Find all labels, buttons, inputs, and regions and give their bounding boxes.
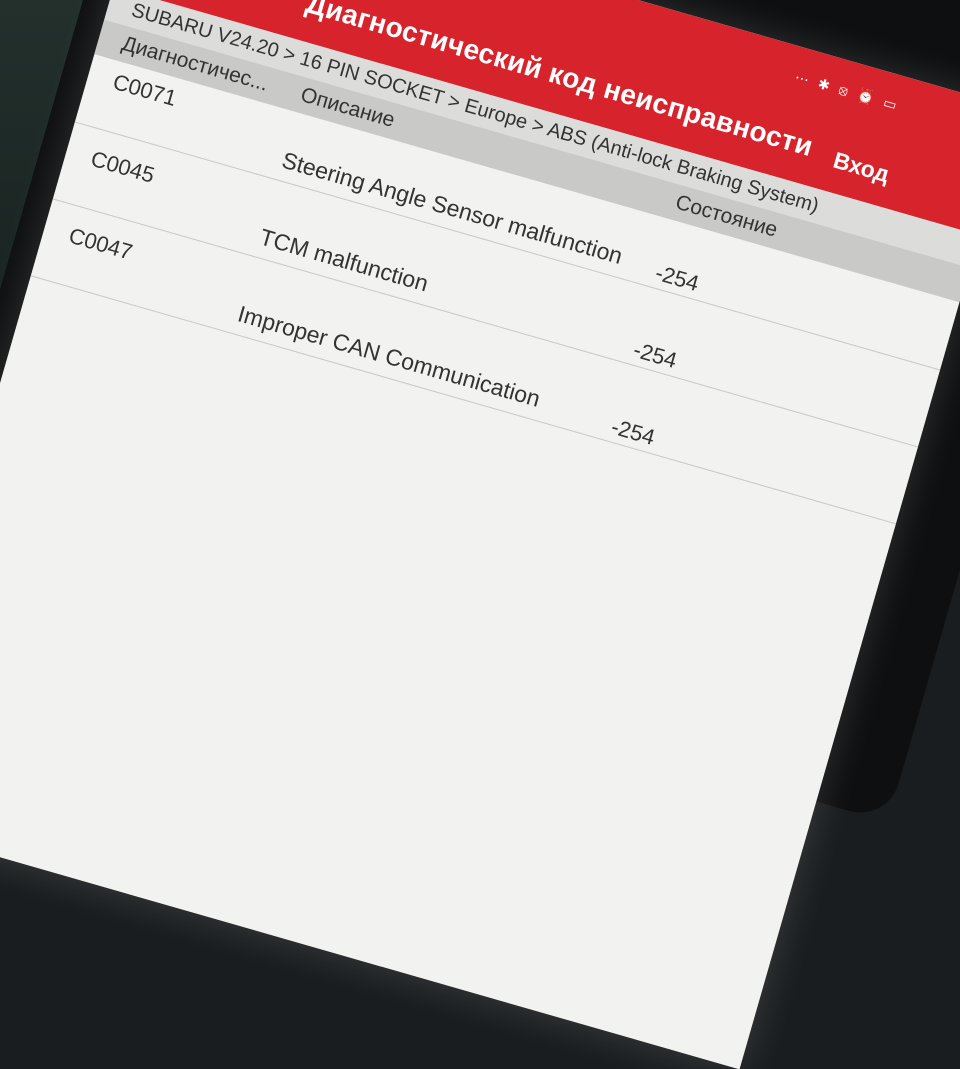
dtc-state: -254 <box>608 413 658 450</box>
tablet-screen: ⋯ ✱ ⦻ ⏰ ▭ Диагностический код неисправно… <box>0 0 960 1069</box>
dtc-code: C0047 <box>66 222 136 265</box>
dtc-code: C0071 <box>110 69 180 111</box>
dtc-code: C0045 <box>88 145 158 188</box>
dtc-state: -254 <box>652 259 702 297</box>
login-button[interactable]: Вход <box>830 147 892 189</box>
status-bar: ⋯ ✱ ⦻ ⏰ ▭ <box>793 68 902 114</box>
dtc-state: -254 <box>630 336 680 374</box>
